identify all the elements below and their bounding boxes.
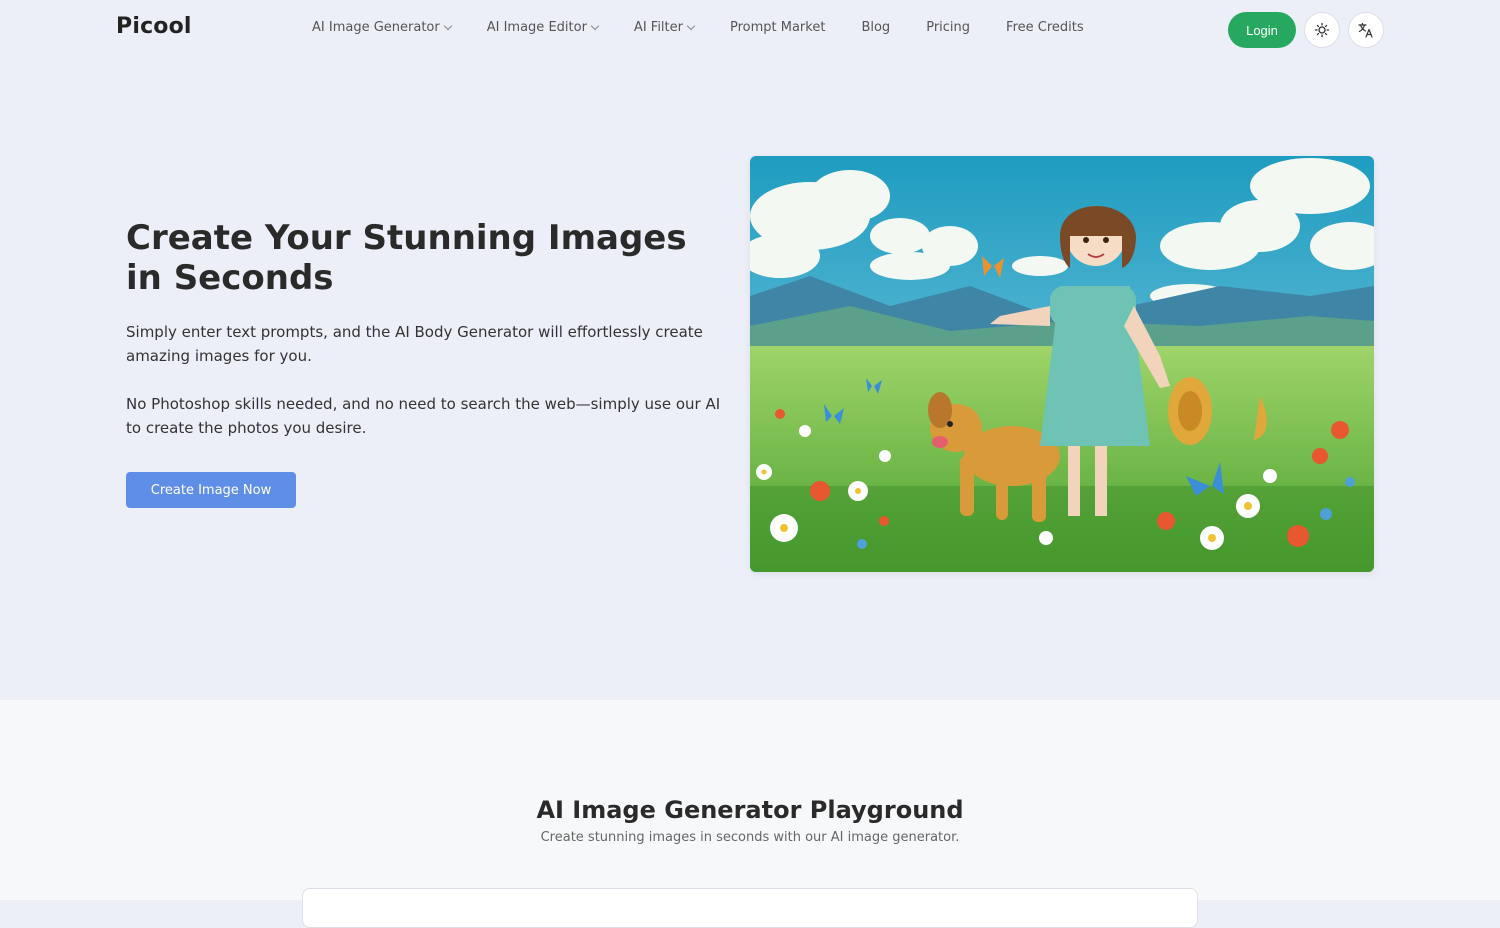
theme-toggle-button[interactable]: [1304, 12, 1340, 48]
hero-paragraph-2: No Photoshop skills needed, and no need …: [126, 395, 721, 437]
nav-item-label: AI Image Generator: [312, 20, 440, 35]
nav-item-pricing[interactable]: Pricing: [926, 20, 970, 35]
logo[interactable]: Picool: [116, 14, 192, 39]
playground-title: AI Image Generator Playground: [536, 796, 964, 824]
translate-icon: [1358, 22, 1373, 38]
hero-image: [750, 156, 1374, 572]
hero-title: Create Your Stunning Images in Seconds: [126, 218, 687, 298]
playground-section: AI Image Generator Playground Create stu…: [0, 700, 1500, 928]
nav-item-ai-image-editor[interactable]: AI Image Editor: [486, 20, 600, 35]
nav-item-label: Free Credits: [1006, 20, 1084, 35]
nav-item-blog[interactable]: Blog: [861, 20, 890, 35]
sun-icon: [1314, 22, 1330, 38]
main-nav: AI Image Generator AI Image Editor AI Fi…: [312, 20, 1120, 35]
nav-item-label: Prompt Market: [729, 20, 826, 35]
playground-subtitle: Create stunning images in seconds with o…: [540, 830, 960, 845]
chevron-down-icon: [686, 21, 696, 31]
language-button[interactable]: [1348, 12, 1384, 48]
hero-section: Create Your Stunning Images in Seconds S…: [0, 60, 1500, 700]
navbar: Picool AI Image Generator AI Image Edito…: [0, 0, 1500, 60]
nav-item-label: AI Image Editor: [486, 20, 587, 35]
chevron-down-icon: [590, 21, 600, 31]
playground-panel: [302, 888, 1198, 928]
nav-item-label: Pricing: [926, 20, 971, 35]
create-image-now-button[interactable]: Create Image Now: [126, 472, 296, 508]
login-button[interactable]: Login: [1228, 12, 1296, 48]
nav-item-label: Blog: [861, 20, 891, 35]
hero-paragraph-1: Simply enter text prompts, and the AI Bo…: [126, 323, 703, 365]
nav-item-label: AI Filter: [633, 20, 683, 35]
nav-item-free-credits[interactable]: Free Credits: [1006, 20, 1084, 35]
nav-item-prompt-market[interactable]: Prompt Market: [730, 20, 825, 35]
chevron-down-icon: [443, 21, 452, 31]
nav-item-ai-image-generator[interactable]: AI Image Generator: [312, 20, 452, 35]
nav-item-ai-filter[interactable]: AI Filter: [633, 20, 696, 35]
